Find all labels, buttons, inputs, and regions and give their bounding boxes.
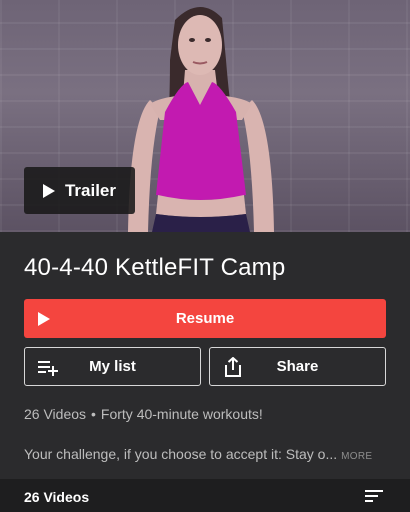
meta-separator: • [91,406,96,422]
hero-video-thumbnail[interactable]: Trailer [0,0,410,232]
program-description: Your challenge, if you choose to accept … [24,446,372,462]
share-icon [225,357,241,377]
videos-count-label: 26 Videos [24,489,90,505]
share-label: Share [276,358,319,375]
video-count: 26 Videos [24,406,87,422]
share-button[interactable]: Share [209,347,386,386]
sort-icon[interactable] [364,488,384,504]
program-tagline: Forty 40-minute workouts! [100,406,263,422]
videos-section-header: 26 Videos [0,479,410,512]
program-title: 40-4-40 KettleFIT Camp [24,254,286,281]
resume-button[interactable]: Resume [24,299,386,338]
play-icon [42,183,55,198]
trailer-button[interactable]: Trailer [24,167,135,214]
my-list-label: My list [89,358,136,375]
description-text: Your challenge, if you choose to accept … [24,446,338,462]
resume-label: Resume [175,310,235,327]
trailer-label: Trailer [64,180,117,200]
my-list-button[interactable]: My list [24,347,201,386]
add-to-list-icon [38,361,58,376]
more-link[interactable]: MORE [341,451,372,462]
program-meta: 26 Videos • Forty 40-minute workouts! [24,406,263,422]
play-icon [38,312,50,326]
